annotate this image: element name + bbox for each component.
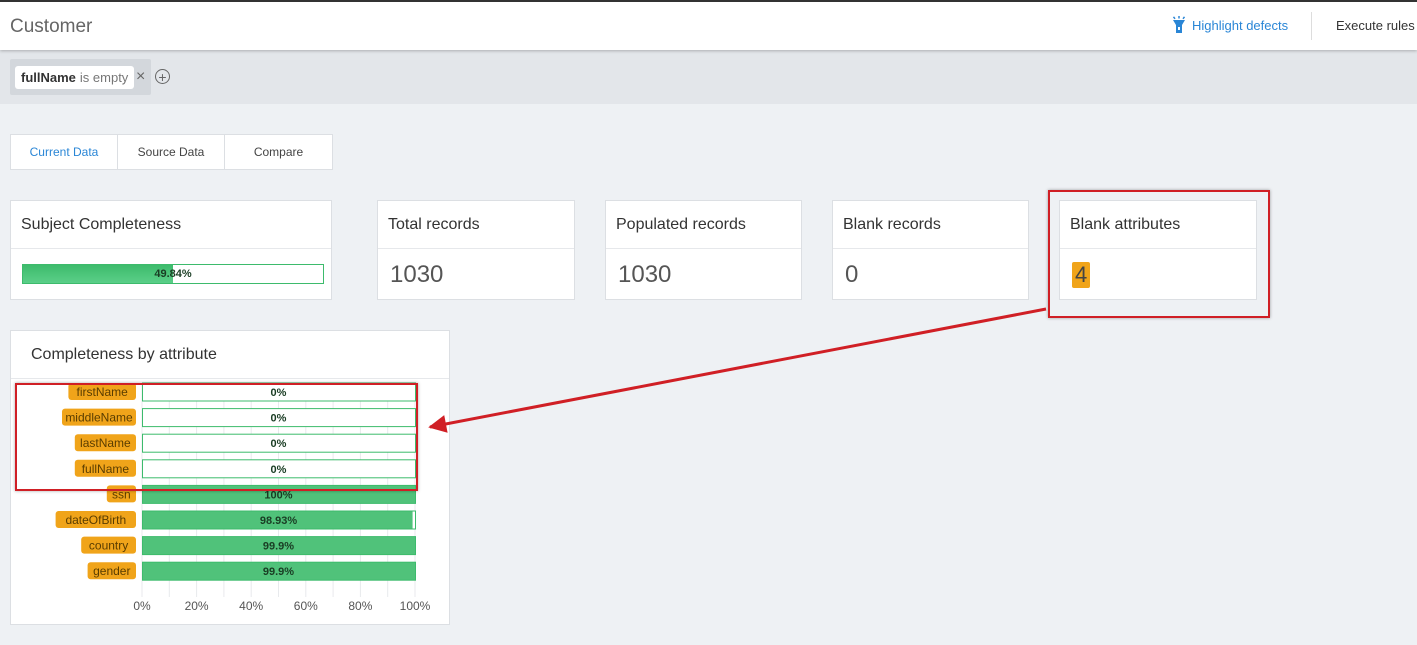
attribute-label: lastName xyxy=(80,436,131,450)
x-tick-label: 20% xyxy=(185,599,209,613)
tab-source-data[interactable]: Source Data xyxy=(118,135,225,169)
filter-attribute: fullName xyxy=(21,70,76,85)
bar-value-label: 98.93% xyxy=(260,515,298,527)
subject-completeness-title: Subject Completeness xyxy=(11,201,331,249)
blank-attributes-value-wrap: 4 xyxy=(1060,249,1256,289)
subject-completeness-card: Subject Completeness 49.84% xyxy=(10,200,332,300)
tab-compare[interactable]: Compare xyxy=(225,135,332,169)
total-records-title: Total records xyxy=(378,201,574,249)
bar-value-label: 0% xyxy=(271,464,287,476)
completeness-chart-title: Completeness by attribute xyxy=(11,331,449,379)
execute-rules-button[interactable]: Execute rules xyxy=(1336,18,1415,33)
bar-value-label: 0% xyxy=(271,387,287,399)
bar-value-label: 0% xyxy=(271,438,287,450)
populated-records-card: Populated records 1030 xyxy=(605,200,802,300)
attribute-label: fullName xyxy=(82,462,130,476)
filter-chip[interactable]: fullName is empty xyxy=(15,66,135,89)
x-tick-label: 0% xyxy=(133,599,151,613)
total-records-card: Total records 1030 xyxy=(377,200,575,300)
bar-value-label: 99.9% xyxy=(263,566,294,578)
x-tick-label: 80% xyxy=(348,599,372,613)
highlight-defects-button[interactable]: Highlight defects xyxy=(1172,16,1288,34)
attribute-label: ssn xyxy=(112,487,131,501)
attribute-label: middleName xyxy=(65,411,133,425)
bar-value-label: 0% xyxy=(271,413,287,425)
total-records-value: 1030 xyxy=(390,261,444,288)
completeness-by-attribute-card: Completeness by attribute firstName 0% mid… xyxy=(10,330,450,625)
blank-records-card: Blank records 0 xyxy=(832,200,1029,300)
flashlight-icon xyxy=(1172,16,1186,33)
blank-attributes-badge[interactable]: 4 xyxy=(1072,262,1091,288)
blank-records-value: 0 xyxy=(845,261,859,288)
data-view-tabs: Current Data Source Data Compare xyxy=(10,134,333,170)
attribute-label: country xyxy=(89,539,128,553)
tab-current-data[interactable]: Current Data xyxy=(11,135,118,169)
x-tick-label: 40% xyxy=(239,599,263,613)
attribute-label: dateOfBirth xyxy=(65,513,126,527)
highlight-defects-label: Highlight defects xyxy=(1192,17,1289,33)
close-icon[interactable]: × xyxy=(136,68,145,86)
bar-value-label: 99.9% xyxy=(263,541,294,553)
completeness-chart: firstName 0% middleName 0% lastName 0% fullNam… xyxy=(55,382,431,613)
attribute-label: firstName xyxy=(77,385,129,399)
plus-circle-icon[interactable]: + xyxy=(155,69,170,84)
header-divider xyxy=(1311,12,1312,40)
page-title: Customer xyxy=(10,16,93,37)
populated-records-title: Populated records xyxy=(606,201,801,249)
blank-attributes-card[interactable]: Blank attributes 4 xyxy=(1059,200,1257,300)
blank-attributes-title: Blank attributes xyxy=(1060,201,1256,249)
attribute-label: gender xyxy=(93,564,130,578)
x-tick-label: 100% xyxy=(400,599,431,613)
top-bar: Customer Highlight defects Execute rules xyxy=(0,0,1417,50)
filter-condition: is empty xyxy=(79,70,129,85)
filter-chip-container: fullName is empty × xyxy=(10,59,151,95)
x-tick-label: 60% xyxy=(294,599,318,613)
subject-completeness-value: 49.84% xyxy=(154,268,192,280)
filter-bar: fullName is empty × + xyxy=(0,50,1417,104)
bar-value-label: 100% xyxy=(264,489,292,501)
populated-records-value: 1030 xyxy=(618,261,672,288)
subject-completeness-bar: 49.84% xyxy=(22,264,324,284)
blank-records-title: Blank records xyxy=(833,201,1028,249)
